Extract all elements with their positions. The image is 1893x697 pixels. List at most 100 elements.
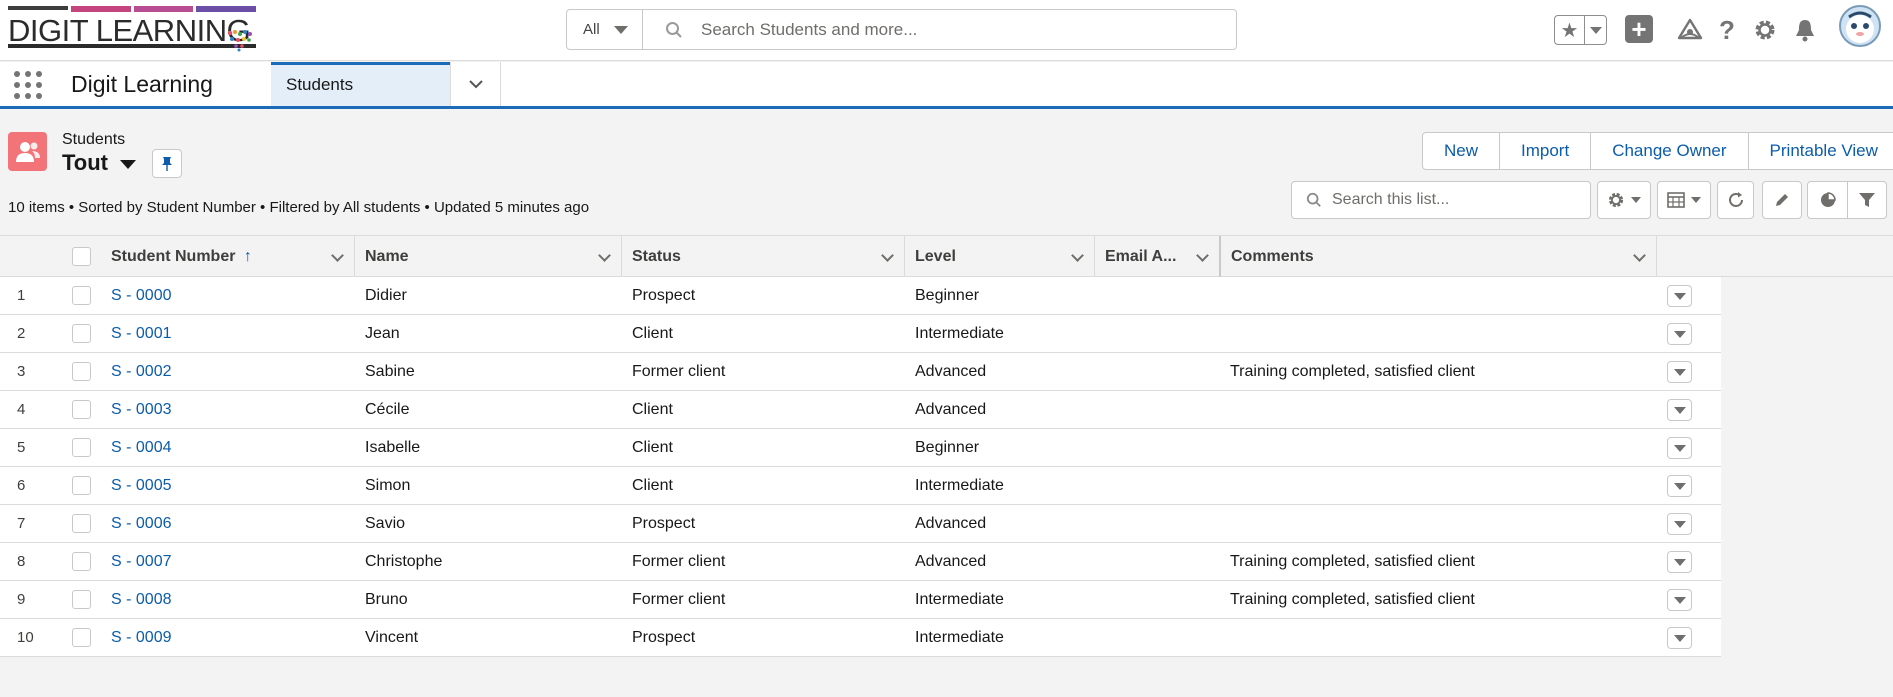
table-row: 1 S - 0000 Didier Prospect Beginner xyxy=(0,277,1721,315)
table-row: 7 S - 0006 Savio Prospect Advanced xyxy=(0,505,1721,543)
row-select-checkbox[interactable] xyxy=(72,400,91,419)
pin-list-view-button[interactable] xyxy=(152,149,182,178)
select-all-checkbox[interactable] xyxy=(72,247,91,266)
search-input[interactable]: Search Students and more... xyxy=(643,10,1236,49)
chevron-down-icon xyxy=(1673,330,1686,338)
trailhead-icon[interactable] xyxy=(1674,15,1706,45)
student-number-link[interactable]: S - 0009 xyxy=(111,619,171,656)
student-number-link[interactable]: S - 0005 xyxy=(111,467,171,504)
column-student-number[interactable]: Student Number ↑ xyxy=(101,236,355,277)
row-select-checkbox[interactable] xyxy=(72,438,91,457)
row-actions-menu-button[interactable] xyxy=(1667,323,1692,345)
student-level-cell: Intermediate xyxy=(915,325,1004,342)
student-name-cell: Christophe xyxy=(365,553,443,570)
row-actions-menu-button[interactable] xyxy=(1667,361,1692,383)
row-actions-menu-button[interactable] xyxy=(1667,627,1692,649)
row-select-checkbox[interactable] xyxy=(72,362,91,381)
row-actions-menu-button[interactable] xyxy=(1667,589,1692,611)
chevron-down-icon xyxy=(1589,26,1602,34)
charts-button[interactable] xyxy=(1808,182,1848,218)
column-menu-icon[interactable] xyxy=(1196,249,1209,262)
list-view-name: Tout xyxy=(62,150,109,175)
row-actions-menu-button[interactable] xyxy=(1667,513,1692,535)
student-number-link[interactable]: S - 0000 xyxy=(111,277,171,314)
printable-view-button[interactable]: Printable View xyxy=(1749,133,1893,169)
student-number-link[interactable]: S - 0002 xyxy=(111,353,171,390)
row-number: 10 xyxy=(17,629,34,646)
column-menu-icon[interactable] xyxy=(881,249,894,262)
row-actions-menu-button[interactable] xyxy=(1667,285,1692,307)
list-view-selector[interactable]: Tout xyxy=(62,150,137,176)
column-menu-icon[interactable] xyxy=(1071,249,1084,262)
column-label: Name xyxy=(365,248,409,265)
column-menu-icon[interactable] xyxy=(598,249,611,262)
app-launcher-icon[interactable] xyxy=(14,71,42,99)
row-select-checkbox[interactable] xyxy=(72,476,91,495)
chevron-down-icon xyxy=(1673,368,1686,376)
student-comments-cell: Training completed, satisfied client xyxy=(1230,363,1475,380)
user-avatar[interactable] xyxy=(1839,5,1881,47)
digit-learning-logo[interactable]: DIGIT LEARNING xyxy=(8,6,256,54)
student-level-cell: Advanced xyxy=(915,363,987,380)
tab-students-menu-button[interactable] xyxy=(450,62,501,106)
new-button[interactable]: New xyxy=(1423,133,1501,169)
column-email[interactable]: Email A... xyxy=(1095,236,1221,277)
global-actions-plus-icon[interactable]: + xyxy=(1625,15,1653,43)
favorites-star-icon[interactable]: ★ xyxy=(1555,16,1585,44)
student-number-link[interactable]: S - 0007 xyxy=(111,543,171,580)
list-search-input[interactable]: Search this list... xyxy=(1291,181,1591,219)
help-icon[interactable]: ? xyxy=(1717,15,1737,45)
column-name[interactable]: Name xyxy=(355,236,622,277)
filters-button[interactable] xyxy=(1848,182,1886,218)
row-number: 4 xyxy=(17,401,26,418)
row-select-checkbox[interactable] xyxy=(72,552,91,571)
favorites-dropdown-button[interactable] xyxy=(1585,26,1606,34)
column-menu-icon[interactable] xyxy=(331,249,344,262)
column-label: Level xyxy=(915,248,956,265)
chevron-down-icon xyxy=(1691,197,1701,203)
row-actions-menu-button[interactable] xyxy=(1667,551,1692,573)
tab-students[interactable]: Students xyxy=(271,62,450,106)
table-icon xyxy=(1667,192,1685,208)
row-actions-menu-button[interactable] xyxy=(1667,399,1692,421)
chevron-down-icon xyxy=(1673,292,1686,300)
row-number: 8 xyxy=(17,553,26,570)
refresh-button[interactable] xyxy=(1717,181,1754,219)
search-scope-dropdown[interactable]: All xyxy=(567,10,643,49)
search-scope-label: All xyxy=(583,21,600,38)
app-navigation: Digit Learning Students xyxy=(0,62,1893,109)
student-status-cell: Former client xyxy=(632,591,726,608)
inline-edit-button[interactable] xyxy=(1762,181,1802,219)
student-name-cell: Savio xyxy=(365,515,406,532)
row-select-checkbox[interactable] xyxy=(72,590,91,609)
display-as-table-button[interactable] xyxy=(1657,181,1711,219)
row-actions-menu-button[interactable] xyxy=(1667,475,1692,497)
list-actions: New Import Change Owner Printable View xyxy=(1422,132,1893,170)
row-actions-menu-button[interactable] xyxy=(1667,437,1692,459)
student-number-link[interactable]: S - 0008 xyxy=(111,581,171,618)
student-level-cell: Intermediate xyxy=(915,477,1004,494)
student-number-link[interactable]: S - 0003 xyxy=(111,391,171,428)
setup-gear-icon[interactable] xyxy=(1752,15,1778,45)
chevron-down-icon xyxy=(1673,634,1686,642)
row-select-checkbox[interactable] xyxy=(72,628,91,647)
column-status[interactable]: Status xyxy=(622,236,905,277)
pie-chart-icon xyxy=(1820,192,1836,207)
column-comments[interactable]: Comments xyxy=(1221,236,1657,277)
student-number-link[interactable]: S - 0004 xyxy=(111,429,171,466)
student-number-link[interactable]: S - 0006 xyxy=(111,505,171,542)
student-number-link[interactable]: S - 0001 xyxy=(111,315,171,352)
column-level[interactable]: Level xyxy=(905,236,1095,277)
table-row: 3 S - 0002 Sabine Former client Advanced… xyxy=(0,353,1721,391)
student-level-cell: Beginner xyxy=(915,287,980,304)
change-owner-button[interactable]: Change Owner xyxy=(1591,133,1749,169)
row-select-checkbox[interactable] xyxy=(72,324,91,343)
notifications-bell-icon[interactable] xyxy=(1792,15,1818,45)
row-select-checkbox[interactable] xyxy=(72,286,91,305)
student-name-cell: Vincent xyxy=(365,629,419,646)
row-select-checkbox[interactable] xyxy=(72,514,91,533)
chevron-down-icon xyxy=(613,25,628,34)
list-view-controls-button[interactable] xyxy=(1597,181,1651,219)
import-button[interactable]: Import xyxy=(1500,133,1592,169)
column-menu-icon[interactable] xyxy=(1633,249,1646,262)
